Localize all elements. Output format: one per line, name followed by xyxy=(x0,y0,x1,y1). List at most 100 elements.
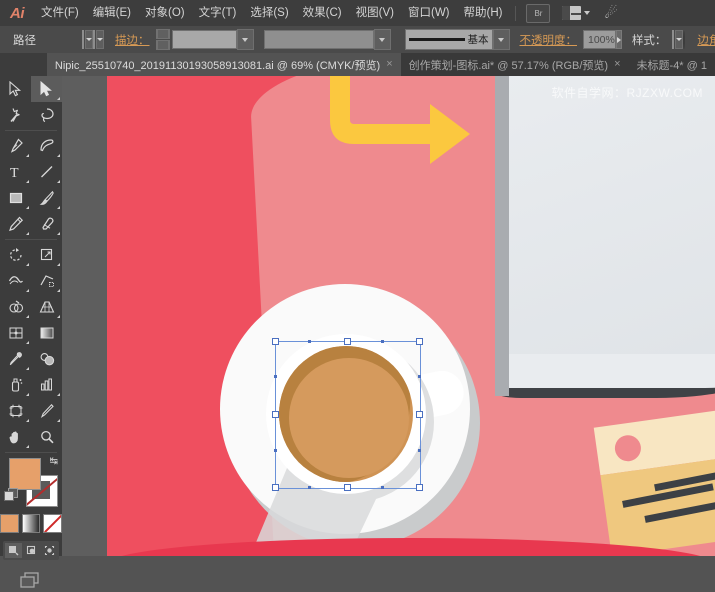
book-page-shape[interactable] xyxy=(509,76,715,380)
graphic-style-swatch[interactable] xyxy=(672,30,674,49)
symbol-sprayer-tool[interactable] xyxy=(0,372,31,398)
mesh-tool[interactable] xyxy=(0,320,31,346)
swap-fill-stroke-icon[interactable]: ↹ xyxy=(50,456,58,467)
artboard-tool[interactable] xyxy=(0,398,31,424)
selection-anchor[interactable] xyxy=(418,375,421,378)
column-graph-tool[interactable] xyxy=(31,372,62,398)
selection-anchor[interactable] xyxy=(381,486,384,489)
document-tab-1[interactable]: Nipic_25510740_20191130193058913081.ai @… xyxy=(47,53,401,76)
screen-mode-button[interactable] xyxy=(0,570,62,592)
selection-handle-tr[interactable] xyxy=(416,338,423,345)
stroke-weight-increment[interactable] xyxy=(156,29,170,39)
selection-tool[interactable] xyxy=(0,76,31,102)
menu-select[interactable]: 选择(S) xyxy=(243,0,295,26)
book-page-curl-shape[interactable] xyxy=(509,354,715,388)
stroke-profile-value[interactable] xyxy=(264,30,374,49)
rectangle-tool[interactable] xyxy=(0,185,31,211)
none-mode-button[interactable] xyxy=(43,514,62,533)
menu-help[interactable]: 帮助(H) xyxy=(457,0,510,26)
fill-color-swatch[interactable] xyxy=(82,30,84,49)
selection-anchor[interactable] xyxy=(381,340,384,343)
width-tool[interactable] xyxy=(0,268,31,294)
corner-label[interactable]: 边角： xyxy=(697,32,715,48)
stroke-weight-decrement[interactable] xyxy=(156,40,170,50)
gradient-tool[interactable] xyxy=(31,320,62,346)
opacity-flyout-button[interactable] xyxy=(616,30,622,49)
stroke-style-preview[interactable]: 基本 xyxy=(405,29,493,50)
pen-tool[interactable] xyxy=(0,133,31,159)
yellow-arrow-shape[interactable] xyxy=(302,76,482,186)
menu-type[interactable]: 文字(T) xyxy=(192,0,244,26)
document-tab-3[interactable]: 未标题-4* @ 1 xyxy=(629,53,715,76)
selection-anchor[interactable] xyxy=(418,449,421,452)
selection-handle-ml[interactable] xyxy=(272,411,279,418)
hand-tool[interactable] xyxy=(0,424,31,450)
menu-object[interactable]: 对象(O) xyxy=(138,0,192,26)
stroke-weight-value[interactable] xyxy=(172,30,237,49)
coffee-cup-group[interactable] xyxy=(212,276,482,546)
paintbrush-tool[interactable] xyxy=(31,185,62,211)
stroke-weight-combo[interactable] xyxy=(172,29,254,50)
opacity-label[interactable]: 不透明度： xyxy=(520,32,578,48)
bridge-icon[interactable]: Br xyxy=(526,4,550,23)
selection-anchor[interactable] xyxy=(308,486,311,489)
zoom-tool[interactable] xyxy=(31,424,62,450)
color-mode-button[interactable] xyxy=(0,514,19,533)
selection-handle-bc[interactable] xyxy=(344,484,351,491)
perspective-grid-tool[interactable] xyxy=(31,294,62,320)
type-tool[interactable]: T xyxy=(0,159,31,185)
recolor-artwork-icon[interactable] xyxy=(683,31,685,49)
line-segment-tool[interactable] xyxy=(31,159,62,185)
selection-handle-bl[interactable] xyxy=(272,484,279,491)
book-spine-shape[interactable] xyxy=(495,76,509,396)
stroke-color-swatch[interactable] xyxy=(93,30,95,49)
document-canvas[interactable]: 软件自学网：RJZXW.COM xyxy=(62,76,715,556)
artboard[interactable]: 软件自学网：RJZXW.COM xyxy=(107,76,715,556)
workspace-switcher[interactable] xyxy=(562,6,590,20)
pencil-tool[interactable] xyxy=(0,211,31,237)
menu-effect[interactable]: 效果(C) xyxy=(296,0,349,26)
stroke-profile-combo[interactable] xyxy=(264,29,391,50)
eyedropper-tool[interactable] xyxy=(0,346,31,372)
default-fill-stroke-icon[interactable] xyxy=(4,488,17,501)
selection-anchor[interactable] xyxy=(274,449,277,452)
slice-tool[interactable] xyxy=(31,398,62,424)
eraser-tool[interactable] xyxy=(31,211,62,237)
shape-builder-tool[interactable] xyxy=(0,294,31,320)
document-tab-2[interactable]: 创作策划-图标.ai* @ 57.17% (RGB/预览) × xyxy=(401,53,629,76)
stroke-profile-chevron-down-icon[interactable] xyxy=(374,29,391,50)
stroke-style-combo[interactable]: 基本 xyxy=(405,29,510,50)
menu-view[interactable]: 视图(V) xyxy=(349,0,401,26)
selection-handle-tc[interactable] xyxy=(344,338,351,345)
scale-tool[interactable] xyxy=(31,242,62,268)
curvature-tool[interactable] xyxy=(31,133,62,159)
close-icon[interactable]: × xyxy=(614,59,620,70)
selection-anchor[interactable] xyxy=(274,375,277,378)
menu-window[interactable]: 窗口(W) xyxy=(401,0,457,26)
direct-selection-tool[interactable] xyxy=(31,76,62,102)
menu-file[interactable]: 文件(F) xyxy=(34,0,86,26)
lasso-tool[interactable] xyxy=(31,102,62,128)
adobe-stock-icon[interactable]: ☄ xyxy=(604,6,617,21)
magic-wand-tool[interactable] xyxy=(0,102,31,128)
stroke-weight-label[interactable]: 描边： xyxy=(115,32,150,48)
gradient-mode-button[interactable] xyxy=(22,514,41,533)
selection-handle-tl[interactable] xyxy=(272,338,279,345)
menu-edit[interactable]: 编辑(E) xyxy=(86,0,138,26)
envelope-card-group[interactable] xyxy=(594,405,715,556)
free-transform-tool[interactable] xyxy=(31,268,62,294)
selection-anchor[interactable] xyxy=(308,340,311,343)
stroke-weight-chevron-down-icon[interactable] xyxy=(237,29,254,50)
graphic-style-dropdown-button[interactable] xyxy=(675,30,683,49)
opacity-input[interactable]: 100% xyxy=(583,30,616,49)
selection-handle-br[interactable] xyxy=(416,484,423,491)
fill-indicator-swatch[interactable] xyxy=(9,458,41,490)
fill-dropdown-button[interactable] xyxy=(85,30,93,49)
close-icon[interactable]: × xyxy=(386,59,392,70)
blend-tool[interactable] xyxy=(31,346,62,372)
selection-handle-mr[interactable] xyxy=(416,411,423,418)
stroke-dropdown-button[interactable] xyxy=(96,30,104,49)
stroke-weight-stepper[interactable] xyxy=(156,29,170,50)
rotate-tool[interactable] xyxy=(0,242,31,268)
stroke-style-chevron-down-icon[interactable] xyxy=(493,29,510,50)
